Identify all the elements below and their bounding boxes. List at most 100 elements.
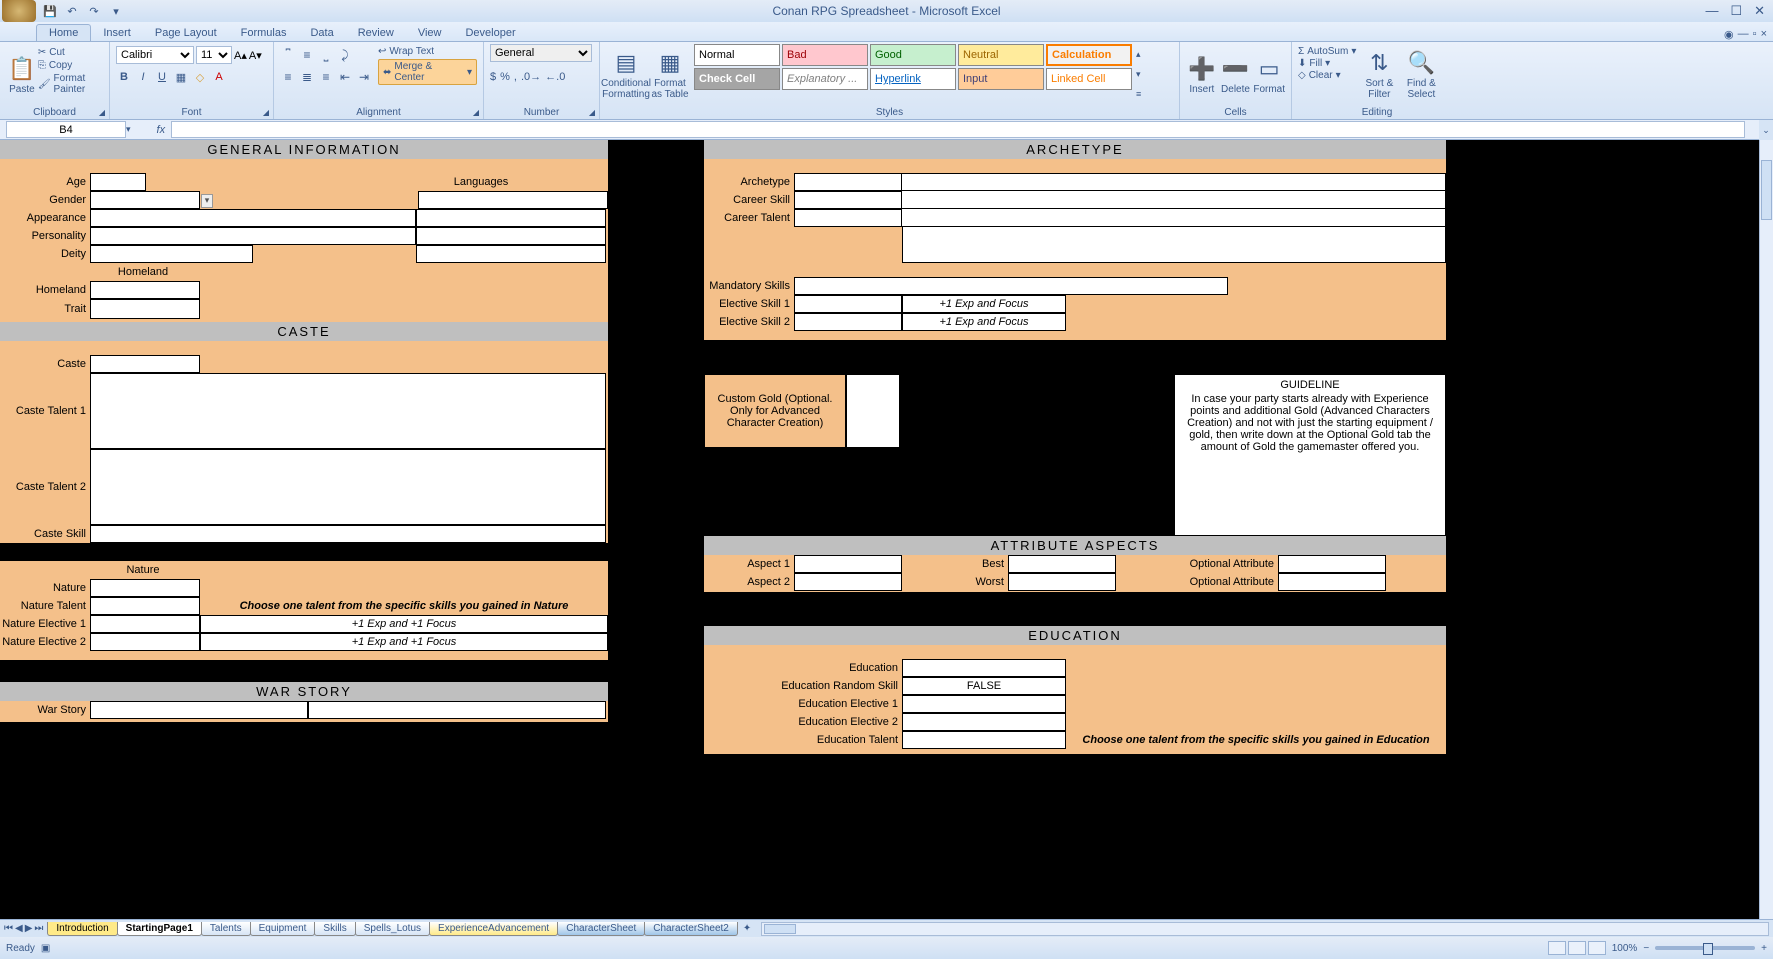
- style-neutral[interactable]: Neutral: [958, 44, 1044, 66]
- input-worst[interactable]: [1008, 573, 1116, 591]
- align-center-icon[interactable]: ≣: [299, 70, 315, 84]
- sheet-nav-first-icon[interactable]: ⏮: [4, 923, 13, 934]
- shrink-font-icon[interactable]: A▾: [249, 49, 262, 62]
- minimize-icon[interactable]: —: [1705, 3, 1718, 19]
- sheet-tab-charactersheet2[interactable]: CharacterSheet2: [644, 922, 738, 936]
- view-normal-icon[interactable]: [1548, 941, 1566, 955]
- align-bottom-icon[interactable]: ⎵: [318, 48, 334, 63]
- tab-formulas[interactable]: Formulas: [229, 25, 299, 41]
- indent-dec-icon[interactable]: ⇤: [337, 70, 353, 84]
- sheet-tab-charactersheet[interactable]: CharacterSheet: [557, 922, 645, 936]
- number-format-select[interactable]: General: [490, 44, 592, 62]
- tab-home[interactable]: Home: [36, 24, 91, 41]
- align-right-icon[interactable]: ≡: [318, 70, 334, 84]
- input-deity[interactable]: [90, 245, 253, 263]
- name-box[interactable]: B4: [6, 121, 126, 138]
- tab-view[interactable]: View: [406, 25, 454, 41]
- value-edu-rand[interactable]: FALSE: [902, 677, 1066, 695]
- help-icon[interactable]: ◉: [1724, 28, 1734, 41]
- font-name-select[interactable]: Calibri: [116, 46, 194, 64]
- paste-button[interactable]: 📋 Paste: [6, 44, 38, 104]
- sheet-tab-spells[interactable]: Spells_Lotus: [355, 922, 430, 936]
- input-aspect-1[interactable]: [794, 555, 902, 573]
- input-career-talent[interactable]: [794, 209, 902, 227]
- formula-input[interactable]: [171, 121, 1745, 138]
- input-aspect-2[interactable]: [794, 573, 902, 591]
- input-education[interactable]: [902, 659, 1066, 677]
- tab-developer[interactable]: Developer: [453, 25, 527, 41]
- copy-button[interactable]: ⎘Copy: [38, 60, 103, 71]
- input-custom-gold[interactable]: [846, 374, 900, 448]
- input-caste-talent-1[interactable]: [90, 373, 606, 449]
- office-button[interactable]: [2, 0, 36, 22]
- style-hyperlink[interactable]: Hyperlink: [870, 68, 956, 90]
- input-nature-elective-1[interactable]: [90, 615, 200, 633]
- style-linked-cell[interactable]: Linked Cell: [1046, 68, 1132, 90]
- sheet-nav-prev-icon[interactable]: ◀: [15, 923, 23, 934]
- input-homeland[interactable]: [90, 281, 200, 299]
- qat-dropdown-icon[interactable]: ▾: [108, 3, 124, 19]
- input-languages-3[interactable]: [416, 227, 606, 245]
- insert-cells-button[interactable]: ➕Insert: [1186, 44, 1218, 104]
- input-opt-attr-1[interactable]: [1278, 555, 1386, 573]
- italic-button[interactable]: I: [135, 71, 151, 83]
- input-edu-talent[interactable]: [902, 731, 1066, 749]
- wrap-text-button[interactable]: ↩Wrap Text: [378, 46, 477, 57]
- autosum-button[interactable]: ΣAutoSum▾: [1298, 46, 1356, 57]
- inc-decimal-icon[interactable]: .0→: [521, 71, 541, 83]
- align-left-icon[interactable]: ≡: [280, 70, 296, 84]
- sheet-nav-last-icon[interactable]: ⏭: [34, 923, 43, 934]
- style-input[interactable]: Input: [958, 68, 1044, 90]
- ribbon-close-icon[interactable]: ×: [1761, 28, 1767, 41]
- format-as-table-button[interactable]: ▦Format as Table: [650, 44, 690, 104]
- input-caste-talent-2[interactable]: [90, 449, 606, 525]
- fill-color-button[interactable]: ◇: [192, 71, 208, 84]
- view-break-icon[interactable]: [1588, 941, 1606, 955]
- input-languages-1[interactable]: [418, 191, 608, 209]
- align-top-icon[interactable]: ⎴: [280, 48, 296, 63]
- number-launcher-icon[interactable]: ◢: [589, 108, 595, 117]
- style-check-cell[interactable]: Check Cell: [694, 68, 780, 90]
- ribbon-minimize-icon[interactable]: —: [1738, 28, 1749, 41]
- input-gender[interactable]: [90, 191, 200, 209]
- input-elective-skill-2[interactable]: [794, 313, 902, 331]
- dec-decimal-icon[interactable]: ←.0: [545, 71, 565, 83]
- sort-filter-button[interactable]: ⇅Sort & Filter: [1360, 44, 1398, 104]
- indent-inc-icon[interactable]: ⇥: [356, 70, 372, 84]
- tab-review[interactable]: Review: [346, 25, 406, 41]
- tab-data[interactable]: Data: [298, 25, 345, 41]
- find-select-button[interactable]: 🔍Find & Select: [1402, 44, 1440, 104]
- macro-record-icon[interactable]: ▣: [41, 943, 50, 954]
- underline-button[interactable]: U: [154, 71, 170, 83]
- grow-font-icon[interactable]: A▴: [234, 49, 247, 62]
- vertical-scrollbar[interactable]: [1759, 140, 1773, 919]
- style-bad[interactable]: Bad: [782, 44, 868, 66]
- tab-insert[interactable]: Insert: [91, 25, 143, 41]
- conditional-formatting-button[interactable]: ▤Conditional Formatting: [606, 44, 646, 104]
- fx-icon[interactable]: fx: [157, 124, 166, 136]
- orientation-icon[interactable]: ⤸: [337, 48, 353, 63]
- input-caste[interactable]: [90, 355, 200, 373]
- input-mandatory-skills[interactable]: [794, 277, 1228, 295]
- input-age[interactable]: [90, 173, 146, 191]
- alignment-launcher-icon[interactable]: ◢: [473, 108, 479, 117]
- input-languages-2[interactable]: [416, 209, 606, 227]
- style-calculation[interactable]: Calculation: [1046, 44, 1132, 66]
- bold-button[interactable]: B: [116, 71, 132, 83]
- style-explanatory[interactable]: Explanatory ...: [782, 68, 868, 90]
- save-icon[interactable]: 💾: [42, 3, 58, 19]
- undo-icon[interactable]: ↶: [64, 3, 80, 19]
- percent-icon[interactable]: %: [500, 71, 510, 83]
- input-nature-elective-2[interactable]: [90, 633, 200, 651]
- input-war-story-2[interactable]: [308, 701, 606, 719]
- input-nature[interactable]: [90, 579, 200, 597]
- format-painter-button[interactable]: 🖌Format Painter: [38, 73, 103, 95]
- sheet-tab-skills[interactable]: Skills: [314, 922, 355, 936]
- input-war-story-1[interactable]: [90, 701, 308, 719]
- sheet-nav-next-icon[interactable]: ▶: [25, 923, 33, 934]
- sheet-tab-experience[interactable]: ExperienceAdvancement: [429, 922, 558, 936]
- border-button[interactable]: ▦: [173, 71, 189, 84]
- namebox-dropdown-icon[interactable]: ▾: [126, 124, 131, 135]
- styles-up-icon[interactable]: ▴: [1136, 49, 1141, 60]
- maximize-icon[interactable]: ☐: [1730, 3, 1742, 19]
